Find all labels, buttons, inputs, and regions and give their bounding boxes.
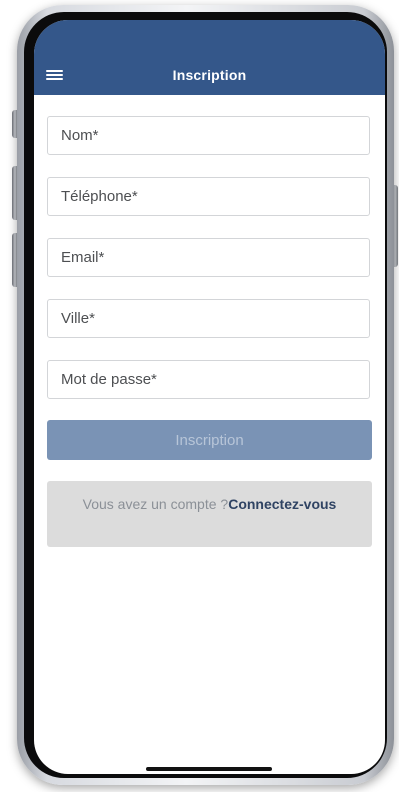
email-field[interactable] [47,238,370,277]
page-title: Inscription [172,67,247,83]
phone-field[interactable] [47,177,370,216]
app-screen: Inscription Inscription Vous avez un com… [34,20,385,774]
name-field[interactable] [47,116,370,155]
login-link[interactable]: Connectez-vous [228,496,336,512]
password-field[interactable] [47,360,370,399]
app-bar: Inscription [34,20,385,95]
login-prompt-box: Vous avez un compte ?Connectez-vous [47,481,372,547]
login-question-text: Vous avez un compte ? [82,496,229,512]
signup-button[interactable]: Inscription [47,420,372,460]
device-mockup: Inscription Inscription Vous avez un com… [0,0,399,792]
city-field[interactable] [47,299,370,338]
home-indicator[interactable] [146,767,272,771]
